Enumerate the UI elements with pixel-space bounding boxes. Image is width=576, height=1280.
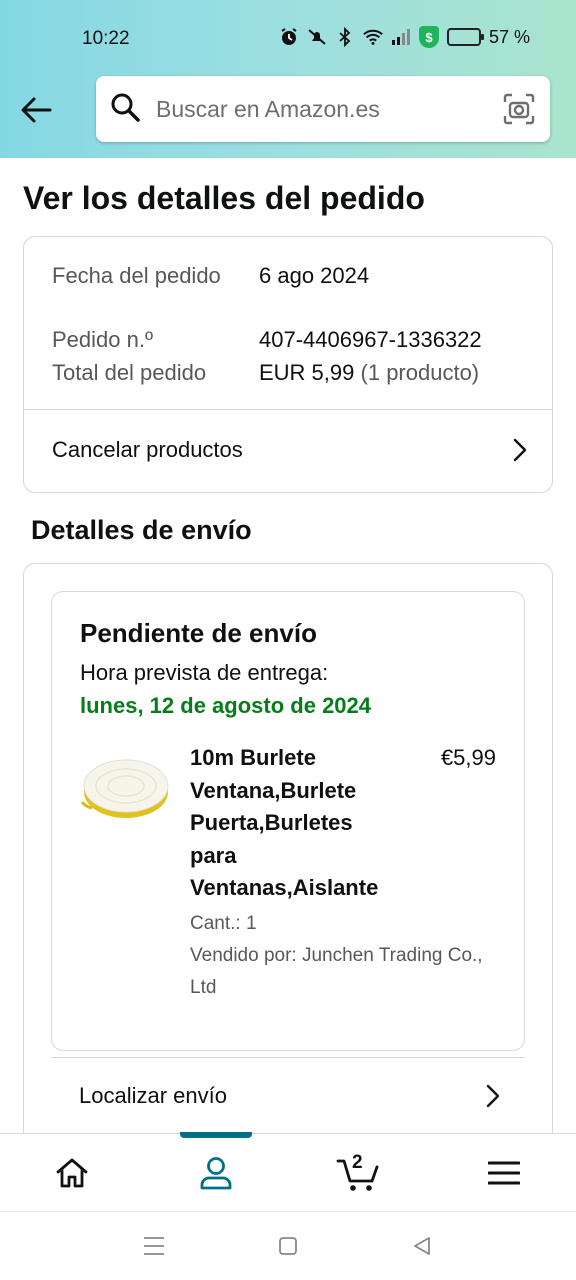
shipment-status: Pendiente de envío — [80, 618, 317, 648]
track-shipment-button[interactable]: Localizar envío — [51, 1062, 525, 1130]
app-header: 10:22 $ 57 % Buscar en Amazon.es — [0, 0, 576, 158]
order-total-amount: EUR 5,99 — [259, 360, 355, 385]
status-bar: 10:22 $ 57 % — [0, 0, 576, 76]
back-button[interactable] — [16, 90, 56, 130]
triangle-back-icon — [414, 1237, 430, 1255]
chevron-right-icon — [510, 436, 530, 464]
delivery-estimate-label: Hora prevista de entrega: — [80, 660, 329, 685]
page-title: Ver los detalles del pedido — [23, 180, 425, 216]
battery-icon — [446, 28, 484, 46]
arrow-left-icon — [21, 97, 52, 123]
order-number-value: 407-4406967-1336322 — [259, 327, 482, 352]
status-time: 10:22 — [82, 28, 130, 49]
status-icons: $ 57 % — [279, 26, 530, 48]
order-total-items: (1 producto) — [360, 360, 480, 385]
search-bar[interactable]: Buscar en Amazon.es — [96, 76, 550, 142]
order-date-label: Fecha del pedido — [52, 263, 221, 288]
account-icon — [200, 1156, 232, 1189]
system-home-button[interactable] — [276, 1234, 300, 1258]
order-date-value: 6 ago 2024 — [259, 263, 370, 288]
bluetooth-icon — [335, 27, 355, 47]
product-image[interactable] — [80, 752, 170, 822]
battery-percent: 57 % — [488, 26, 530, 47]
nav-cart[interactable]: 2 — [288, 1134, 432, 1211]
product-title-link[interactable]: 10m Burlete Ventana,Burlete Puerta,Burle… — [190, 742, 390, 905]
order-total-value: EUR 5,99 (1 producto) — [259, 356, 479, 389]
system-back-button[interactable] — [410, 1234, 434, 1258]
cancel-products-label: Cancelar productos — [52, 437, 243, 462]
order-summary-card: Fecha del pedido 6 ago 2024 Pedido n.º 4… — [23, 236, 553, 493]
square-icon — [279, 1237, 297, 1255]
menu-icon — [488, 1161, 520, 1184]
cancel-products-button[interactable]: Cancelar productos — [24, 409, 552, 491]
security-shield-icon: $ — [418, 26, 439, 48]
cart-count-badge: 2 — [352, 1152, 363, 1173]
alarm-icon — [279, 27, 299, 47]
shipment-card: Pendiente de envío Hora prevista de entr… — [51, 591, 525, 1051]
search-icon — [110, 92, 140, 127]
search-input[interactable]: Buscar en Amazon.es — [156, 96, 502, 123]
nav-home[interactable] — [0, 1134, 144, 1211]
nav-account[interactable] — [144, 1132, 288, 1211]
chevron-right-icon — [483, 1082, 503, 1110]
recents-icon — [144, 1237, 164, 1255]
wifi-icon — [363, 27, 383, 47]
system-recents-button[interactable] — [142, 1234, 166, 1258]
track-shipment-label: Localizar envío — [79, 1083, 227, 1108]
home-icon — [56, 1158, 88, 1187]
product-quantity: Cant.: 1 — [190, 913, 257, 934]
order-number-label: Pedido n.º — [52, 327, 153, 352]
camera-search-icon[interactable] — [502, 92, 536, 126]
divider — [51, 1057, 525, 1058]
order-total-label: Total del pedido — [52, 360, 207, 385]
delivery-estimate-date: lunes, 12 de agosto de 2024 — [80, 693, 372, 718]
system-nav-bar — [0, 1211, 576, 1280]
product-price: €5,99 — [440, 745, 496, 770]
nav-menu[interactable] — [432, 1134, 576, 1211]
shipping-section-title: Detalles de envío — [31, 515, 252, 545]
signal-icon — [391, 27, 411, 47]
bottom-nav: 2 — [0, 1132, 576, 1211]
product-seller: Vendido por: Junchen Trading Co., Ltd — [190, 945, 483, 998]
mute-icon — [307, 27, 327, 47]
